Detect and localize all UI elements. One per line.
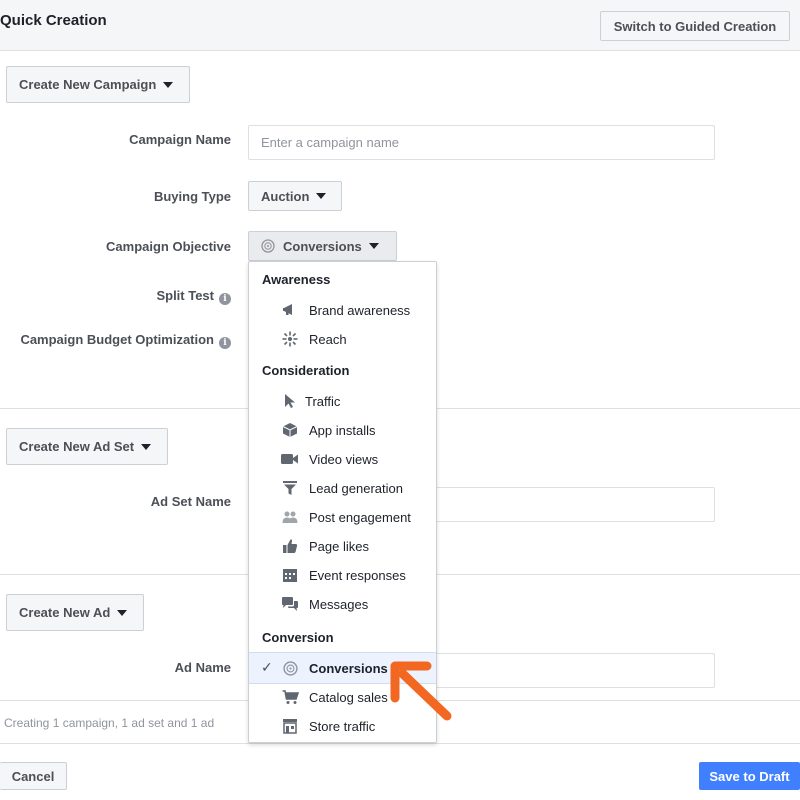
funnel-icon [281, 479, 299, 497]
menu-item-store-traffic[interactable]: Store traffic [249, 713, 436, 739]
campaign-objective-label: Campaign Objective [106, 239, 231, 254]
menu-group-conversion: Conversion [262, 630, 334, 645]
menu-item-label: Event responses [309, 567, 406, 583]
reach-icon [281, 330, 299, 348]
menu-item-event-responses[interactable]: Event responses [249, 562, 436, 588]
menu-item-brand-awareness[interactable]: Brand awareness [249, 297, 436, 323]
split-test-text: Split Test [156, 288, 214, 303]
create-new-ad-label: Create New Ad [19, 605, 111, 620]
caret-down-icon [117, 609, 128, 616]
caret-down-icon [141, 443, 152, 450]
menu-item-label: Reach [309, 331, 347, 347]
calendar-icon [281, 566, 299, 584]
caret-down-icon [163, 81, 174, 88]
info-icon[interactable]: i [219, 293, 231, 305]
creation-summary: Creating 1 campaign, 1 ad set and 1 ad [4, 716, 215, 730]
campaign-name-input[interactable] [248, 125, 715, 160]
campaign-objective-value: Conversions [283, 238, 362, 254]
video-camera-icon [281, 450, 299, 468]
menu-group-awareness: Awareness [262, 272, 331, 287]
caret-down-icon [316, 193, 327, 199]
create-new-ad-set-button[interactable]: Create New Ad Set [6, 428, 168, 465]
store-icon [281, 717, 299, 735]
buying-type-select[interactable]: Auction [248, 181, 342, 211]
menu-item-page-likes[interactable]: Page likes [249, 533, 436, 559]
dialog-title: Quick Creation [0, 12, 107, 29]
menu-item-label: Brand awareness [309, 302, 411, 318]
menu-item-label: Video views [309, 451, 379, 467]
ad-set-name-label: Ad Set Name [150, 494, 231, 509]
split-test-label: Split Test i [156, 288, 231, 305]
campaign-objective-menu: Awareness Brand awareness Reach Consider… [248, 261, 437, 743]
menu-item-label: Store traffic [309, 718, 376, 734]
menu-item-post-engagement[interactable]: Post engagement [249, 504, 436, 530]
ad-name-label: Ad Name [174, 660, 231, 675]
create-new-campaign-button[interactable]: Create New Campaign [6, 66, 190, 103]
buying-type-label: Buying Type [153, 189, 231, 204]
menu-item-video-views[interactable]: Video views [249, 446, 436, 472]
campaign-budget-optimization-label: Campaign Budget Optimization i [20, 332, 231, 349]
people-icon [281, 508, 299, 526]
campaign-name-label: Campaign Name [129, 132, 231, 147]
menu-item-label: Page likes [309, 538, 369, 554]
thumbs-up-icon [281, 537, 299, 555]
checkmark-icon: ✓ [261, 659, 273, 675]
buying-type-value: Auction [261, 188, 310, 204]
menu-item-label: Conversions [309, 660, 388, 676]
menu-item-reach[interactable]: Reach [249, 326, 436, 352]
menu-item-traffic[interactable]: Traffic [249, 388, 436, 414]
cart-icon [281, 688, 299, 706]
globe-icon [261, 239, 275, 253]
menu-item-label: App installs [309, 422, 376, 438]
cursor-icon [281, 392, 299, 410]
create-new-ad-button[interactable]: Create New Ad [6, 594, 144, 631]
menu-item-label: Messages [309, 596, 369, 612]
menu-item-label: Catalog sales [309, 689, 388, 705]
menu-item-catalog-sales[interactable]: Catalog sales [249, 684, 436, 710]
menu-item-label: Lead generation [309, 480, 403, 496]
create-new-ad-set-label: Create New Ad Set [19, 439, 135, 454]
menu-group-consideration: Consideration [262, 363, 350, 378]
dialog-header: Quick Creation Switch to Guided Creation [0, 0, 800, 51]
budget-optimization-text: Campaign Budget Optimization [20, 332, 214, 347]
footer-divider [0, 743, 800, 744]
save-to-draft-button[interactable]: Save to Draft [699, 762, 800, 790]
menu-item-label: Traffic [305, 393, 341, 409]
cancel-button[interactable]: Cancel [0, 762, 67, 790]
info-icon[interactable]: i [219, 337, 231, 349]
create-new-campaign-label: Create New Campaign [19, 77, 157, 92]
menu-item-app-installs[interactable]: App installs [249, 417, 436, 443]
menu-item-messages[interactable]: Messages [249, 591, 436, 617]
switch-to-guided-creation-button[interactable]: Switch to Guided Creation [600, 11, 790, 41]
chat-bubbles-icon [281, 595, 299, 613]
menu-item-lead-generation[interactable]: Lead generation [249, 475, 436, 501]
menu-item-label: Post engagement [309, 509, 411, 525]
campaign-objective-select[interactable]: Conversions [248, 231, 397, 261]
caret-down-icon [368, 243, 379, 249]
megaphone-icon [281, 301, 299, 319]
globe-icon [281, 659, 299, 677]
menu-item-conversions[interactable]: ✓ Conversions [249, 652, 436, 684]
box-icon [281, 421, 299, 439]
